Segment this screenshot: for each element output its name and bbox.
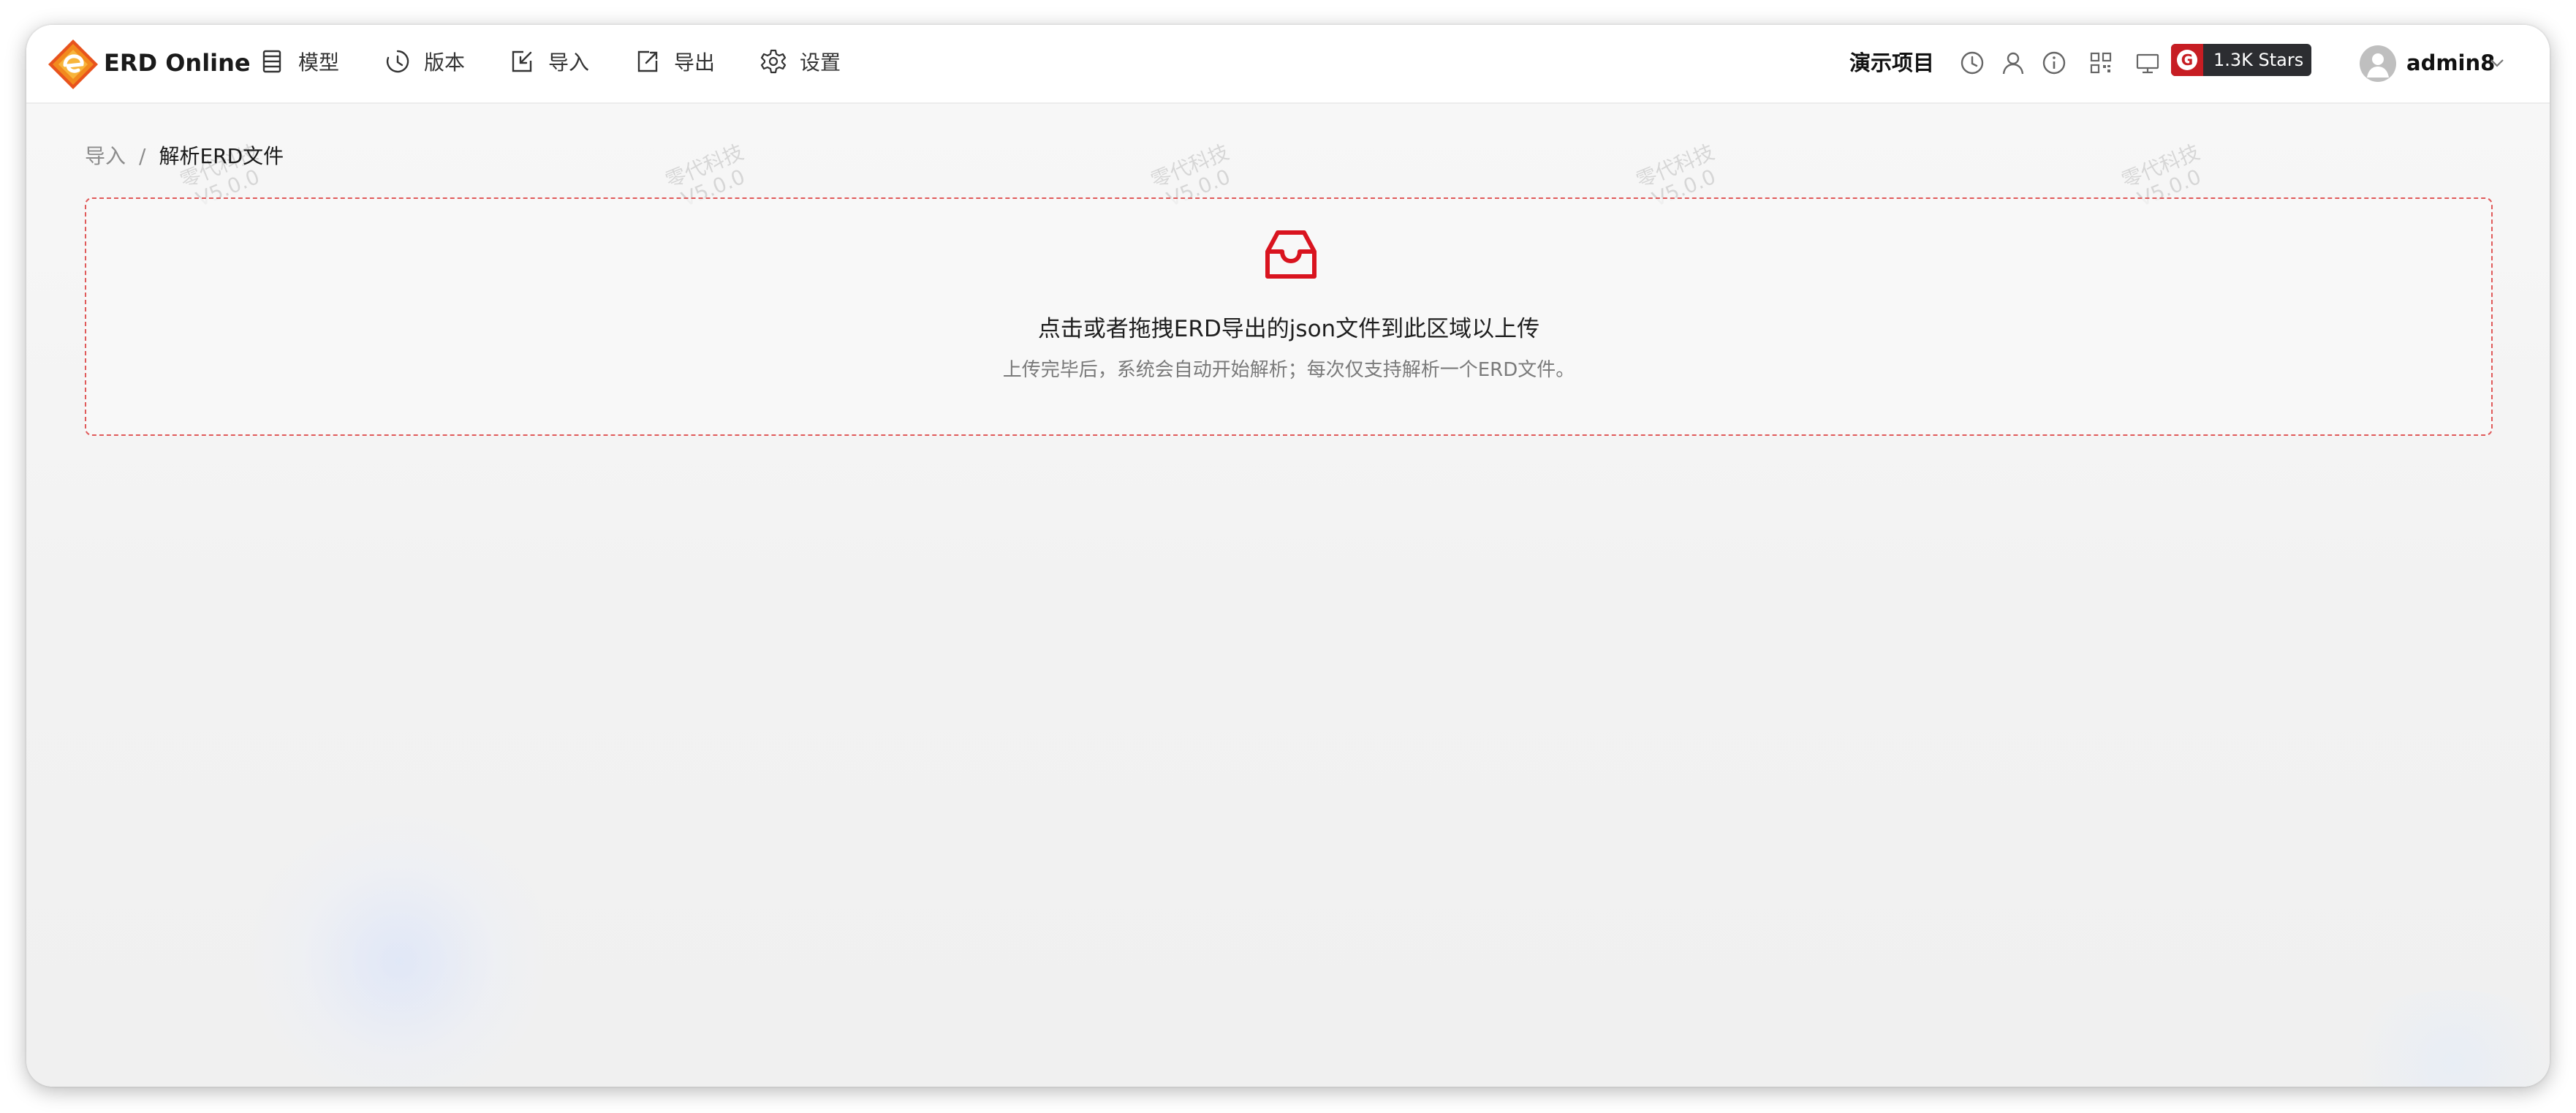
stars-count: 1.3K Stars	[2213, 50, 2304, 70]
nav-label: 版本	[424, 50, 466, 75]
import-icon	[512, 50, 532, 72]
app-title[interactable]: ERD Online	[104, 47, 251, 79]
chevron-down-icon[interactable]	[2487, 53, 2507, 73]
nav-item-version[interactable]: 版本	[384, 44, 465, 79]
model-icon	[262, 50, 281, 73]
gitee-stars-badge[interactable]: G 1.3K Stars	[2171, 44, 2311, 76]
history-icon	[386, 50, 409, 73]
user-name[interactable]: admin8	[2406, 47, 2495, 79]
nav-label: 设置	[800, 50, 841, 75]
nav-item-export[interactable]: 导出	[634, 44, 715, 79]
info-icon[interactable]	[2041, 50, 2067, 76]
nav-item-model[interactable]: 模型	[259, 44, 339, 79]
nav-item-settings[interactable]: 设置	[760, 44, 841, 79]
nav-item-import[interactable]: 导入	[509, 44, 589, 79]
background-glow	[246, 815, 553, 1087]
clock-icon[interactable]	[1959, 50, 1985, 76]
gitee-icon: G	[2171, 44, 2203, 76]
avatar-user-icon	[2367, 53, 2389, 78]
export-icon	[637, 50, 658, 72]
breadcrumb-separator: /	[139, 144, 146, 168]
avatar[interactable]	[2360, 45, 2396, 82]
upload-instruction: 点击或者拖拽ERD导出的json文件到此区域以上传	[1037, 316, 1540, 342]
nav-label: 模型	[298, 50, 340, 75]
monitor-icon[interactable]	[2134, 50, 2161, 76]
top-header: ERD Online 模型 版本 导入 导出 设置 演示项目 G 1.3K St…	[26, 25, 2550, 104]
nav-label: 导出	[674, 50, 716, 75]
inbox-icon	[1265, 230, 1317, 279]
nav-label: 导入	[548, 50, 590, 75]
upload-dropzone[interactable]: 点击或者拖拽ERD导出的json文件到此区域以上传 上传完毕后，系统会自动开始解…	[85, 197, 2493, 436]
gear-icon	[760, 49, 787, 74]
project-name[interactable]: 演示项目	[1849, 47, 1934, 79]
background-glow	[2329, 990, 2550, 1087]
erd-logo-icon[interactable]	[47, 38, 99, 91]
upload-hint: 上传完毕后，系统会自动开始解析；每次仅支持解析一个ERD文件。	[1002, 359, 1575, 381]
breadcrumb-import[interactable]: 导入	[85, 142, 126, 171]
user-icon[interactable]	[2000, 50, 2026, 76]
app-window: ERD Online 模型 版本 导入 导出 设置 演示项目 G 1.3K St…	[26, 25, 2550, 1087]
qrcode-icon[interactable]	[2088, 50, 2114, 76]
